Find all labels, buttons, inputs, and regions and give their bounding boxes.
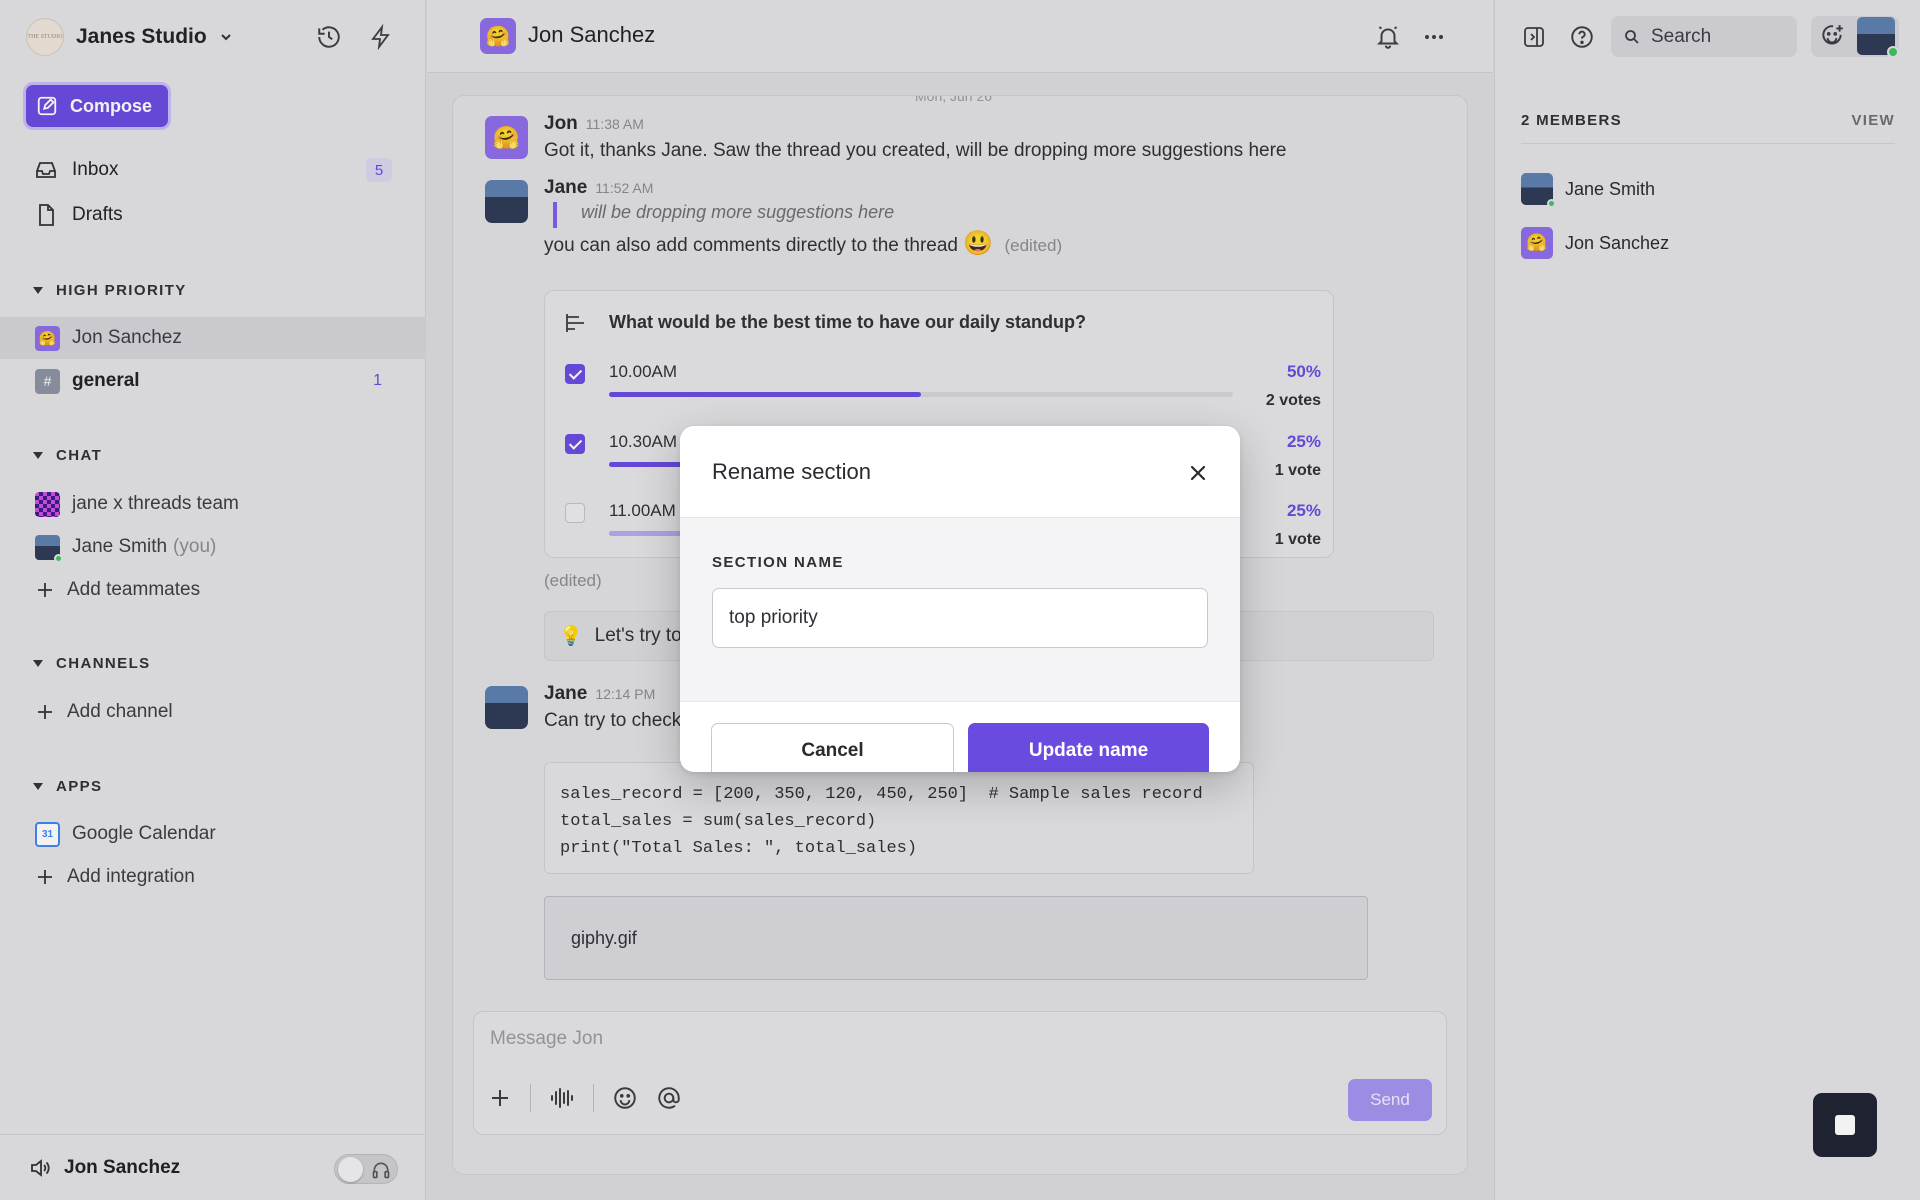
close-icon[interactable]	[1184, 459, 1212, 487]
cancel-button[interactable]: Cancel	[711, 723, 954, 772]
rename-section-dialog: Rename section SECTION NAME Cancel Updat…	[680, 426, 1240, 772]
dialog-title: Rename section	[712, 459, 871, 484]
section-name-label: SECTION NAME	[712, 554, 844, 571]
update-name-button[interactable]: Update name	[968, 723, 1209, 772]
modal-backdrop[interactable]: Rename section SECTION NAME Cancel Updat…	[0, 0, 1920, 1200]
section-name-input[interactable]	[712, 588, 1208, 648]
